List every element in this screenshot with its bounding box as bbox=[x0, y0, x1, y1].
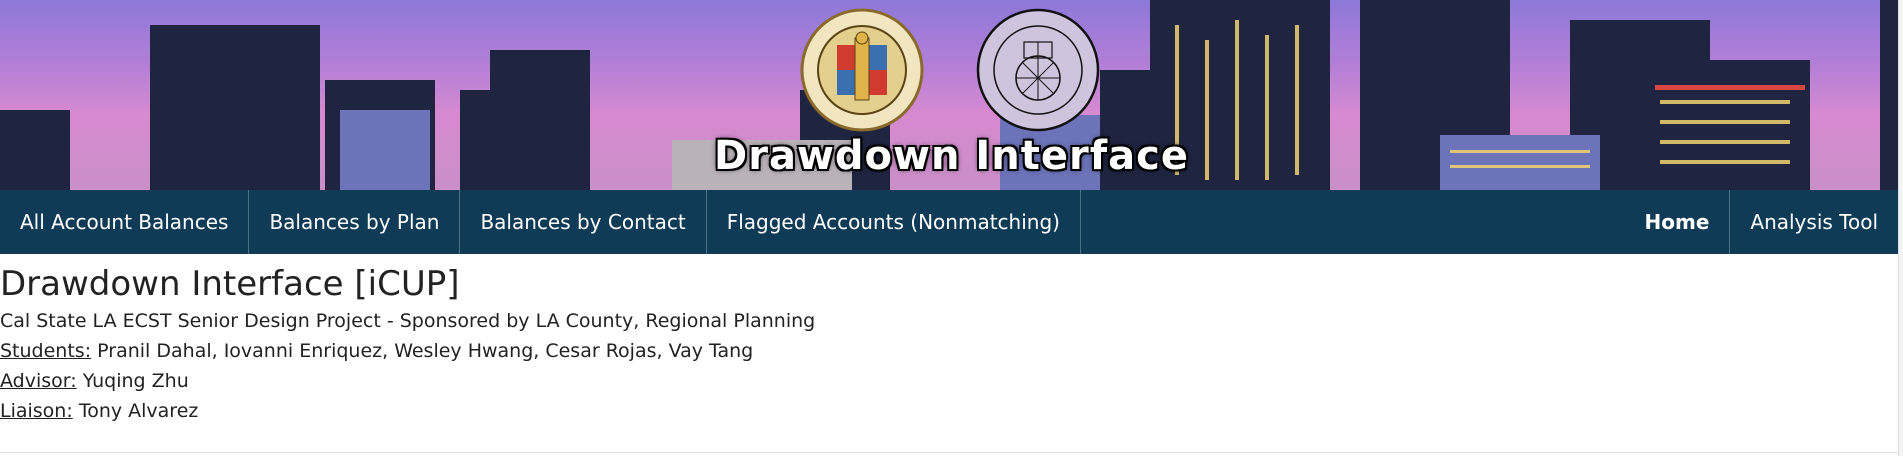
nav-right-group: Home Analysis Tool bbox=[1625, 190, 1899, 254]
header-banner: Drawdown Interface bbox=[0, 0, 1903, 190]
content-divider bbox=[0, 452, 1898, 453]
cal-state-la-seal bbox=[976, 8, 1100, 132]
advisor-line: Advisor: Yuqing Zhu bbox=[0, 366, 815, 396]
students-label: Students: bbox=[0, 340, 92, 362]
banner-title: Drawdown Interface bbox=[714, 133, 1189, 179]
page-heading: Drawdown Interface [iCUP] bbox=[0, 264, 460, 304]
county-of-los-angeles-seal bbox=[800, 8, 924, 132]
liaison-line: Liaison: Tony Alvarez bbox=[0, 396, 815, 426]
top-navbar: All Account Balances Balances by Plan Ba… bbox=[0, 190, 1898, 254]
nav-balances-by-plan[interactable]: Balances by Plan bbox=[249, 190, 461, 254]
nav-flagged-accounts[interactable]: Flagged Accounts (Nonmatching) bbox=[707, 190, 1081, 254]
advisor-label: Advisor: bbox=[0, 370, 77, 392]
project-subtitle: Cal State LA ECST Senior Design Project … bbox=[0, 310, 816, 332]
main-content: Drawdown Interface [iCUP] Cal State LA E… bbox=[0, 262, 815, 426]
page-right-edge bbox=[1898, 0, 1903, 456]
advisor-name: Yuqing Zhu bbox=[82, 370, 189, 392]
students-line: Students: Pranil Dahal, Iovanni Enriquez… bbox=[0, 336, 815, 366]
nav-balances-by-contact[interactable]: Balances by Contact bbox=[460, 190, 707, 254]
nav-home[interactable]: Home bbox=[1625, 190, 1730, 254]
liaison-label: Liaison: bbox=[0, 400, 73, 422]
nav-left-group: All Account Balances Balances by Plan Ba… bbox=[0, 190, 1081, 254]
students-names: Pranil Dahal, Iovanni Enriquez, Wesley H… bbox=[97, 340, 754, 362]
nav-analysis-tool[interactable]: Analysis Tool bbox=[1729, 190, 1898, 254]
nav-all-account-balances[interactable]: All Account Balances bbox=[0, 190, 250, 254]
liaison-name: Tony Alvarez bbox=[78, 400, 199, 422]
